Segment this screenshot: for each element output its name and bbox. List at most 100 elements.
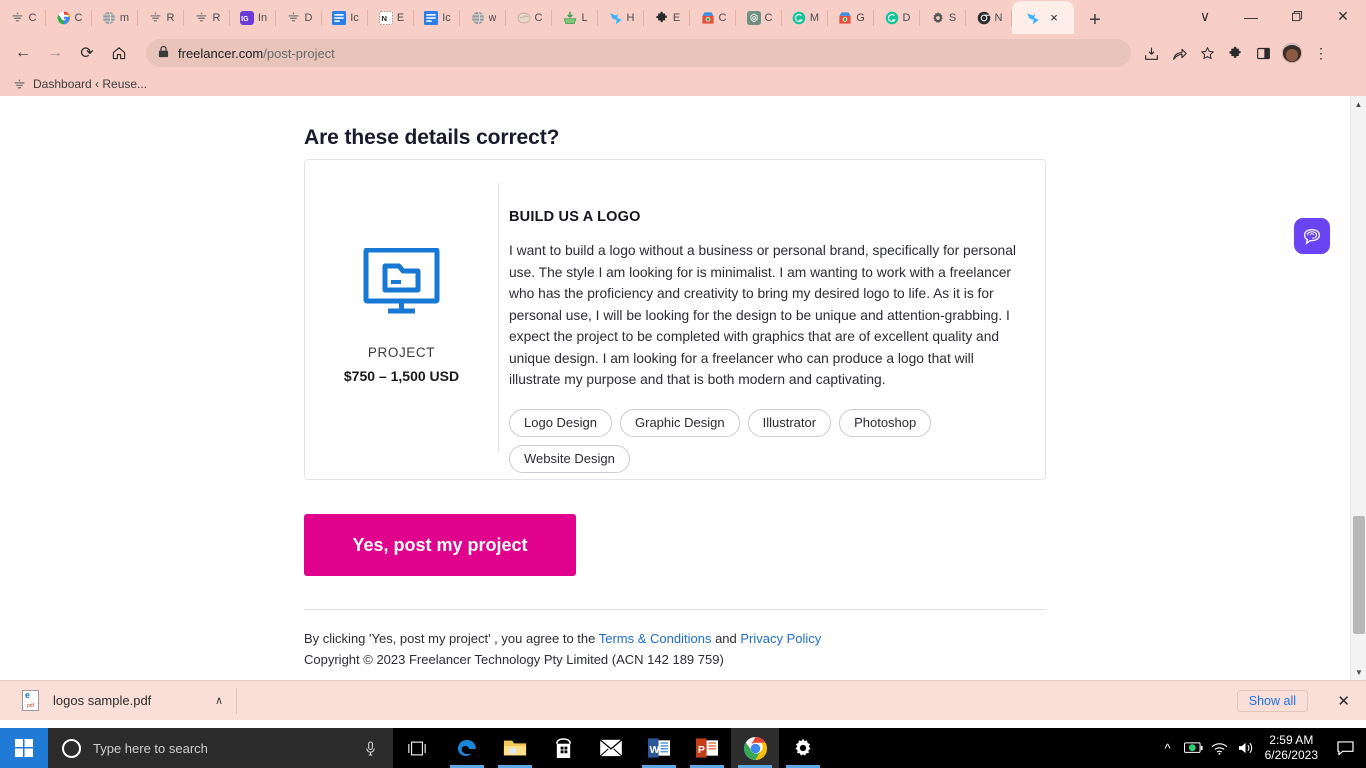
show-all-downloads-button[interactable]: Show all [1236,690,1308,712]
tab-10[interactable]: w [460,1,506,34]
forward-button[interactable]: → [40,38,70,68]
share-icon[interactable] [1165,39,1193,67]
tab-0[interactable]: C [0,1,46,34]
tab-4[interactable]: R [184,1,230,34]
back-button[interactable]: ← [8,38,38,68]
grammarly-green-icon [791,10,807,26]
tab-active[interactable]: × [1012,1,1074,34]
system-tray: ^ 2:59 AM 6/26/2023 [1155,728,1366,768]
terms-line: By clicking 'Yes, post my project' , you… [304,628,821,649]
tab-18[interactable]: G [828,1,874,34]
chrome-store-icon [837,10,853,26]
tab-16[interactable]: C [736,1,782,34]
tab-2[interactable]: m [92,1,138,34]
microsoft-store-icon[interactable] [539,728,587,768]
scroll-up-arrow[interactable]: ▲ [1351,96,1366,112]
tab-label: C [74,11,83,24]
page-viewport: Are these details correct? PROJECT $750 [0,96,1366,680]
taskbar-search-input[interactable]: Type here to search [48,728,393,768]
chrome-menu-icon[interactable]: ⋮ [1307,39,1335,67]
action-center-icon[interactable] [1328,740,1362,756]
reload-button[interactable]: ⟳ [72,38,102,68]
taskbar-clock[interactable]: 2:59 AM 6/26/2023 [1259,733,1328,763]
tab-12[interactable]: L [552,1,598,34]
volume-icon[interactable] [1233,741,1259,755]
sidepanel-icon[interactable] [1249,39,1277,67]
word-icon[interactable]: W [635,728,683,768]
tab-20[interactable]: S [920,1,966,34]
gear-icon [930,10,946,26]
show-hidden-icons-icon[interactable]: ^ [1155,741,1181,756]
new-tab-button[interactable]: + [1080,6,1110,34]
freelancer-icon [12,77,26,91]
bookmark-star-icon[interactable] [1193,39,1221,67]
chevron-up-icon[interactable]: ∧ [215,694,223,707]
tab-label: R [166,11,175,24]
skill-tag[interactable]: Photoshop [839,408,932,437]
chrome-dark-icon [976,10,992,26]
tab-label: E [672,11,681,24]
tab-label: C [718,11,727,24]
maximize-button[interactable] [1274,0,1320,33]
tab-1[interactable]: C [46,1,92,34]
edge-icon[interactable] [443,728,491,768]
browser-chrome: C Cm R R IG In D Ic N E Ic w C L H E C C M G D S N × + ∨ — ✕ ←… [0,0,1366,96]
microphone-icon[interactable] [357,740,383,756]
tab-5[interactable]: IG In [230,1,276,34]
tab-21[interactable]: N [966,1,1012,34]
tab-11[interactable]: C [506,1,552,34]
grammarly-icon [1025,10,1041,26]
page-scrollbar[interactable]: ▲ ▼ [1350,96,1366,680]
powerpoint-icon[interactable]: P [683,728,731,768]
task-view-icon[interactable] [393,728,441,768]
tab-7[interactable]: Ic [322,1,368,34]
tab-label: Ic [350,11,359,24]
install-icon[interactable] [1137,39,1165,67]
skill-tag[interactable]: Graphic Design [620,408,740,437]
freelancer-icon [194,10,210,26]
close-download-bar-icon[interactable]: ✕ [1337,692,1350,710]
close-window-button[interactable]: ✕ [1320,0,1366,33]
windows-start-icon[interactable] [0,728,48,768]
mail-icon[interactable] [587,728,635,768]
tab-label: Ic [442,11,451,24]
tab-search-icon[interactable]: ∨ [1182,0,1228,33]
tab-19[interactable]: D [874,1,920,34]
minimize-button[interactable]: — [1228,0,1274,33]
tab-8[interactable]: NE [368,1,414,34]
privacy-policy-link[interactable]: Privacy Policy [740,631,821,646]
tab-6[interactable]: D [276,1,322,34]
battery-icon[interactable] [1181,742,1207,754]
tab-13[interactable]: H [598,1,644,34]
tab-9[interactable]: Ic [414,1,460,34]
skill-tag[interactable]: Website Design [509,444,630,473]
download-item[interactable]: pdf logos sample.pdf ∧ [0,681,237,721]
extensions-puzzle-icon[interactable] [1221,39,1249,67]
browser-toolbar: ← → ⟳ freelancer.com/post-project ⋮ [0,34,1366,72]
skill-tag[interactable]: Logo Design [509,408,612,437]
tab-close-icon[interactable]: × [1047,11,1061,24]
wifi-icon[interactable] [1207,742,1233,755]
tab-label: L [581,11,588,24]
settings-icon[interactable] [779,728,827,768]
file-explorer-icon[interactable] [491,728,539,768]
tab-label: C [28,11,37,24]
chat-widget-button[interactable] [1294,218,1330,254]
scroll-down-arrow[interactable]: ▼ [1351,664,1366,680]
chrome-icon[interactable] [731,728,779,768]
tab-label: H [626,11,635,24]
scrollbar-thumb[interactable] [1353,516,1365,634]
bookmark-item-dashboard[interactable]: Dashboard ‹ Reuse... [12,77,147,91]
url-text: freelancer.com/post-project [178,46,335,61]
address-bar[interactable]: freelancer.com/post-project [146,39,1131,67]
globe-icon [101,10,117,26]
profile-avatar[interactable] [1282,43,1302,63]
post-project-button[interactable]: Yes, post my project [304,514,576,576]
skill-tag[interactable]: Illustrator [747,408,832,437]
terms-conditions-link[interactable]: Terms & Conditions [599,631,712,646]
tab-15[interactable]: C [690,1,736,34]
tab-17[interactable]: M [782,1,828,34]
tab-14[interactable]: E [644,1,690,34]
tab-3[interactable]: R [138,1,184,34]
home-button[interactable] [104,38,134,68]
